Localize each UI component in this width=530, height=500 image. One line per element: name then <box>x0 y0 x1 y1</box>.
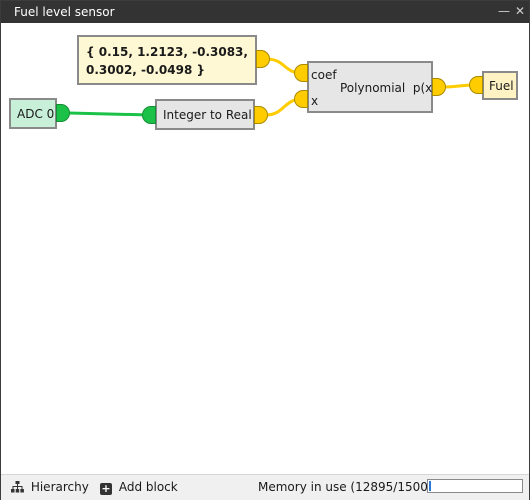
integer-to-real-label: Integer to Real <box>163 108 252 122</box>
polynomial-coef-input-label: coef <box>311 68 337 82</box>
polynomial-x-input-port[interactable] <box>294 90 308 108</box>
hierarchy-button[interactable]: Hierarchy <box>11 480 89 494</box>
integer-to-real-block[interactable]: Integer to Real <box>155 99 255 130</box>
add-block-button[interactable]: + Add block <box>100 480 178 495</box>
title-bar[interactable]: Fuel level sensor — ✕ <box>1 1 529 23</box>
minimize-icon[interactable]: — <box>497 4 511 18</box>
polynomial-coef-input-port[interactable] <box>294 64 308 82</box>
memory-usage-bar <box>427 479 523 493</box>
memory-usage-fill <box>429 481 431 491</box>
fuel-level-sensor-window: Fuel level sensor — ✕ { 0.15, 1.2123, -0… <box>0 0 530 500</box>
adc-0-label: ADC 0 <box>17 107 55 121</box>
close-icon[interactable]: ✕ <box>513 4 527 18</box>
memory-usage-label: Memory in use (12895/150000) <box>258 480 448 494</box>
polynomial-label: Polynomial p(x) <box>340 81 437 95</box>
block-diagram-canvas[interactable]: { 0.15, 1.2123, -0.3083, 0.3002, -0.0498… <box>1 23 529 473</box>
integer-to-real-input-port[interactable] <box>142 106 156 124</box>
fuel-label: Fuel <box>489 79 514 93</box>
polynomial-x-input-label: x <box>311 94 319 108</box>
wire-adc[interactable] <box>68 111 152 117</box>
window-title: Fuel level sensor <box>14 5 115 19</box>
coef-line-1: { 0.15, 1.2123, -0.3083, <box>86 45 248 59</box>
plus-box-icon: + <box>100 482 112 495</box>
coef-constant-block[interactable]: { 0.15, 1.2123, -0.3083, 0.3002, -0.0498… <box>77 35 257 85</box>
fuel-input-port[interactable] <box>469 76 483 94</box>
add-block-label: Add block <box>118 480 178 494</box>
adc-0-block[interactable]: ADC 0 <box>9 98 57 129</box>
polynomial-block[interactable]: coef x Polynomial p(x) <box>307 61 437 113</box>
hierarchy-label: Hierarchy <box>30 480 89 494</box>
fuel-block[interactable]: Fuel <box>482 71 518 100</box>
status-bar: Hierarchy + Add block Memory in use (128… <box>1 474 529 500</box>
hierarchy-icon <box>11 481 24 493</box>
wires-layer <box>68 57 477 117</box>
coef-line-2: 0.3002, -0.0498 } <box>86 63 206 77</box>
